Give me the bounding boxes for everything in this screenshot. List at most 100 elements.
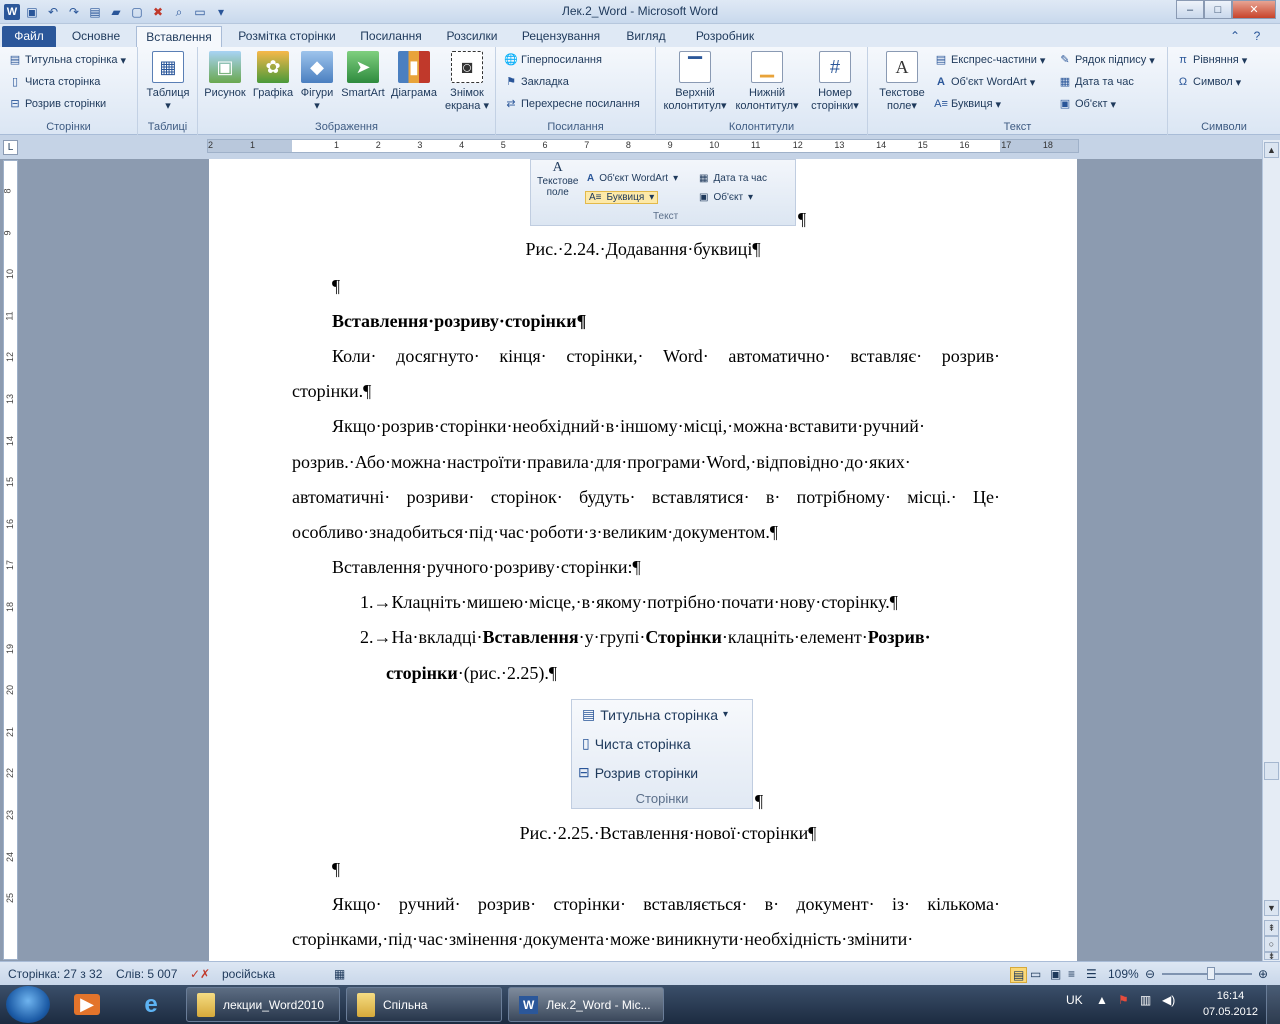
list2-text-h: ·(рис.·2.25).¶	[457, 663, 557, 683]
paragraph-2-line-4: особливо·знадобиться·під·час·роботи·з·ве…	[292, 522, 778, 542]
tab-page-layout[interactable]: Розмітка сторінки	[228, 26, 346, 47]
zoom-slider-thumb[interactable]	[1207, 967, 1215, 980]
maximize-button[interactable]: □	[1204, 0, 1232, 19]
help-icon[interactable]: ?	[1248, 27, 1266, 45]
show-hidden-icons-icon[interactable]: ▲	[1096, 993, 1108, 1007]
paragraph-2-line-2: розрив.·Або·можна·настроїти·правила·для·…	[292, 452, 911, 472]
cross-reference-button[interactable]: ⇄ Перехресне посилання	[504, 97, 639, 111]
wordart-button[interactable]: A Об'єкт WordArt ▾	[934, 75, 1035, 89]
chart-button[interactable]: ▮ Діаграма	[388, 51, 440, 100]
internet-explorer-icon[interactable]: e	[128, 988, 174, 1021]
hyperlink-button[interactable]: 🌐 Гіперпосилання	[504, 53, 602, 67]
browse-object-button[interactable]: ○	[1264, 936, 1279, 952]
taskbar-item-folder-lectures[interactable]: лекции_Word2010	[186, 987, 340, 1022]
quick-parts-button[interactable]: ▤ Експрес-частини ▾	[934, 53, 1046, 67]
blank-page-button[interactable]: ▯ Чиста сторінка	[8, 75, 100, 89]
emb-pages-group-label: Сторінки	[635, 791, 689, 806]
screenshot-button[interactable]: ◙ Знімок екрана ▾	[442, 51, 492, 113]
start-button[interactable]	[6, 986, 50, 1023]
emb-wordart-icon: A	[587, 173, 595, 184]
shapes-icon: ◆	[301, 51, 333, 83]
list2-text-e: ·клацніть·елемент·	[721, 627, 868, 647]
date-time-button[interactable]: ▦ Дата та час	[1058, 75, 1134, 89]
outline-view-icon[interactable]: ≡	[1068, 967, 1075, 981]
cover-page-button[interactable]: ▤ Титульна сторінка ▾	[8, 53, 126, 67]
signature-line-button[interactable]: ✎ Рядок підпису ▾	[1058, 53, 1154, 67]
vertical-ruler[interactable]: 8 9 10 11 12 13 14 15 16 17 18 19 20 21 22 23 24 25	[3, 160, 18, 960]
group-images: ▣ Рисунок ✿ Графіка ◆ Фігури ▾ ➤ SmartArt…	[198, 47, 496, 135]
horizontal-ruler[interactable]: 2 1 1 2 3 4 5 6 7 8 9 10 11 12 13 14 15 16 17 18	[207, 139, 1079, 153]
object-button[interactable]: ▣ Об'єкт ▾	[1058, 97, 1116, 111]
scroll-thumb[interactable]	[1264, 762, 1279, 780]
media-player-icon[interactable]: ▶	[64, 988, 110, 1021]
minimize-button[interactable]: –	[1176, 0, 1204, 19]
draft-view-icon[interactable]: ☰	[1086, 967, 1097, 981]
header-button[interactable]: ▔ Верхній колонтитул▾	[660, 51, 730, 113]
tab-home[interactable]: Основне	[62, 26, 130, 47]
close-button[interactable]: ✕	[1232, 0, 1276, 19]
emb-page-break-icon: ⊟	[578, 764, 590, 780]
window-title: Лек.2_Word - Microsoft Word	[561, 4, 719, 18]
volume-icon[interactable]: ◀)	[1162, 993, 1175, 1007]
zoom-level[interactable]: 109%	[1108, 967, 1139, 981]
vertical-ruler-number: 14	[5, 435, 16, 446]
ruler-number: 2	[208, 140, 214, 150]
signature-line-icon: ✎	[1060, 54, 1070, 66]
table-button[interactable]: ▦ Таблиця ▾	[142, 51, 194, 113]
page-break-button[interactable]: ⊟ Розрив сторінки	[8, 97, 106, 111]
scroll-down-button[interactable]: ▼	[1264, 900, 1279, 916]
dropdown-arrow-icon: ▾	[1029, 76, 1036, 89]
page-number-button[interactable]: # Номер сторінки▾	[804, 51, 866, 113]
list2-bold-page: сторінки	[386, 663, 458, 683]
smartart-button[interactable]: ➤ SmartArt	[338, 51, 388, 100]
clock[interactable]: 16:14 07.05.2012	[1203, 988, 1258, 1020]
taskbar-item-label: Лек.2_Word - Mic...	[546, 997, 651, 1012]
document-page[interactable]: A Текстове поле A Об'єкт WordArt ▾ ▦ Дата …	[209, 159, 1077, 961]
symbol-button[interactable]: Ω Символ ▾	[1176, 75, 1241, 89]
textbox-button[interactable]: A Текстове поле▾	[872, 51, 932, 113]
tab-mailings[interactable]: Розсилки	[438, 26, 506, 47]
footer-label-2: колонтитул	[735, 100, 794, 112]
show-desktop-button[interactable]	[1266, 985, 1280, 1024]
scroll-up-button[interactable]: ▲	[1264, 142, 1279, 158]
taskbar-item-folder-shared[interactable]: Спільна	[346, 987, 502, 1022]
embedded-image-pages-group: ▤ Титульна сторінка ▾ ▯ Чиста сторінка ⊟ Роз…	[571, 699, 753, 809]
clipart-button[interactable]: ✿ Графіка	[250, 51, 296, 100]
print-layout-view-icon[interactable]: ▤	[1010, 967, 1028, 983]
vertical-ruler-number: 12	[5, 352, 16, 363]
footer-button[interactable]: ▁ Нижній колонтитул▾	[732, 51, 802, 113]
bookmark-button[interactable]: ⚑ Закладка	[504, 75, 569, 89]
picture-button[interactable]: ▣ Рисунок	[202, 51, 248, 100]
taskbar-item-word[interactable]: W Лек.2_Word - Mic...	[508, 987, 664, 1022]
network-icon[interactable]: ▥	[1140, 993, 1151, 1007]
full-screen-view-icon[interactable]: ▭	[1030, 967, 1041, 981]
tab-view[interactable]: Вигляд	[616, 26, 676, 47]
macro-record-icon[interactable]: ▦	[334, 967, 345, 981]
web-layout-view-icon[interactable]: ▣	[1050, 967, 1061, 981]
tab-developer[interactable]: Розробник	[684, 26, 766, 47]
tab-references[interactable]: Посилання	[352, 26, 430, 47]
minimize-ribbon-icon[interactable]: ⌃	[1226, 27, 1244, 45]
pilcrow-1: ¶	[798, 209, 807, 229]
tab-file[interactable]: Файл	[2, 26, 56, 47]
action-center-icon[interactable]: ⚑	[1118, 993, 1129, 1007]
vertical-ruler-number: 11	[4, 311, 15, 321]
keyboard-language[interactable]: UK	[1066, 993, 1083, 1007]
equation-button[interactable]: π Рівняння ▾	[1176, 53, 1247, 67]
previous-page-button[interactable]: ⇞	[1264, 920, 1279, 936]
shapes-button[interactable]: ◆ Фігури ▾	[296, 51, 338, 113]
zoom-out-button[interactable]: ⊖	[1145, 967, 1155, 981]
next-page-button[interactable]: ⇟	[1264, 952, 1279, 961]
header-label-2: колонтитул	[663, 100, 722, 112]
proofing-icon[interactable]: ✓✗	[190, 967, 210, 981]
word-count[interactable]: Слів: 5 007	[116, 967, 177, 981]
vertical-scrollbar[interactable]: ▲ ▼ ⇞ ○ ⇟	[1262, 140, 1280, 961]
language-indicator[interactable]: російська	[222, 967, 275, 981]
dropcap-button[interactable]: A≡ Буквиця ▾	[934, 97, 1001, 111]
zoom-in-button[interactable]: ⊕	[1258, 967, 1268, 981]
tab-review[interactable]: Рецензування	[514, 26, 608, 47]
page-count[interactable]: Сторінка: 27 з 32	[8, 967, 102, 981]
vertical-ruler-number: 25	[5, 893, 16, 904]
tab-selector[interactable]: L	[3, 140, 18, 155]
tab-insert[interactable]: Вставлення	[136, 26, 222, 47]
